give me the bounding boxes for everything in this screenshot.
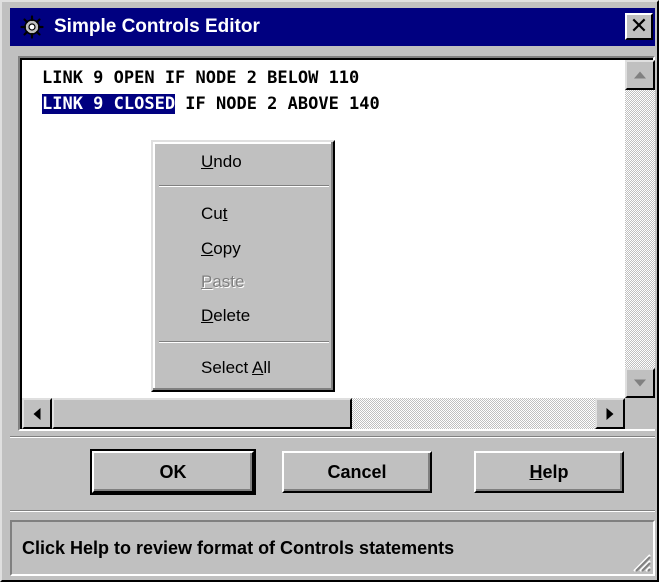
code-line-2[interactable]: LINK 9 CLOSED IF NODE 2 ABOVE 140 [42, 92, 380, 116]
dialog-window: Simple Controls Editor ✕ LINK 9 OPEN IF … [0, 0, 659, 582]
arrow-down-icon [634, 379, 646, 387]
window-title: Simple Controls Editor [54, 16, 260, 37]
scroll-right-button[interactable] [595, 398, 625, 429]
menu-item-undo[interactable]: Undo [201, 150, 242, 174]
separator-line [10, 510, 655, 512]
editor-frame: LINK 9 OPEN IF NODE 2 BELOW 110 LINK 9 C… [20, 58, 655, 429]
horizontal-scroll-thumb[interactable] [52, 398, 352, 429]
scrollbar-corner [625, 398, 655, 429]
close-icon: ✕ [629, 13, 649, 38]
menu-item-paste: Paste [201, 272, 245, 291]
menu-item-select-all[interactable]: Select All [201, 356, 271, 380]
scroll-left-button[interactable] [22, 398, 52, 429]
cancel-button[interactable]: Cancel [282, 451, 432, 493]
status-text: Click Help to review format of Controls … [22, 538, 455, 558]
code-line-1[interactable]: LINK 9 OPEN IF NODE 2 BELOW 110 [42, 66, 359, 90]
title-bar[interactable]: Simple Controls Editor ✕ [10, 8, 655, 46]
context-menu: Undo Cut Copy Paste Delete Select All [151, 140, 335, 392]
horizontal-scrollbar[interactable] [22, 398, 625, 429]
vertical-scrollbar[interactable] [625, 60, 655, 398]
menu-item-cut[interactable]: Cut [201, 202, 227, 226]
resize-grip-icon[interactable] [629, 550, 651, 572]
menu-separator [159, 185, 329, 187]
arrow-right-icon [606, 407, 614, 420]
controls-editor[interactable]: LINK 9 OPEN IF NODE 2 BELOW 110 LINK 9 C… [18, 56, 655, 431]
arrow-up-icon [634, 71, 646, 79]
ok-button[interactable]: OK [90, 449, 256, 495]
scroll-down-button[interactable] [625, 368, 655, 398]
close-button[interactable]: ✕ [625, 13, 653, 40]
scroll-up-button[interactable] [625, 60, 655, 90]
selected-text[interactable]: LINK 9 CLOSED [42, 94, 176, 114]
help-button[interactable]: Help [474, 451, 624, 493]
arrow-left-icon [33, 407, 41, 420]
menu-item-delete[interactable]: Delete [201, 304, 250, 328]
gear-icon [20, 15, 44, 39]
menu-item-copy[interactable]: Copy [201, 237, 241, 261]
separator-line [10, 436, 655, 438]
menu-separator [159, 341, 329, 343]
code-line-2-rest[interactable]: IF NODE 2 ABOVE 140 [175, 94, 379, 114]
status-bar: Click Help to review format of Controls … [10, 520, 655, 576]
